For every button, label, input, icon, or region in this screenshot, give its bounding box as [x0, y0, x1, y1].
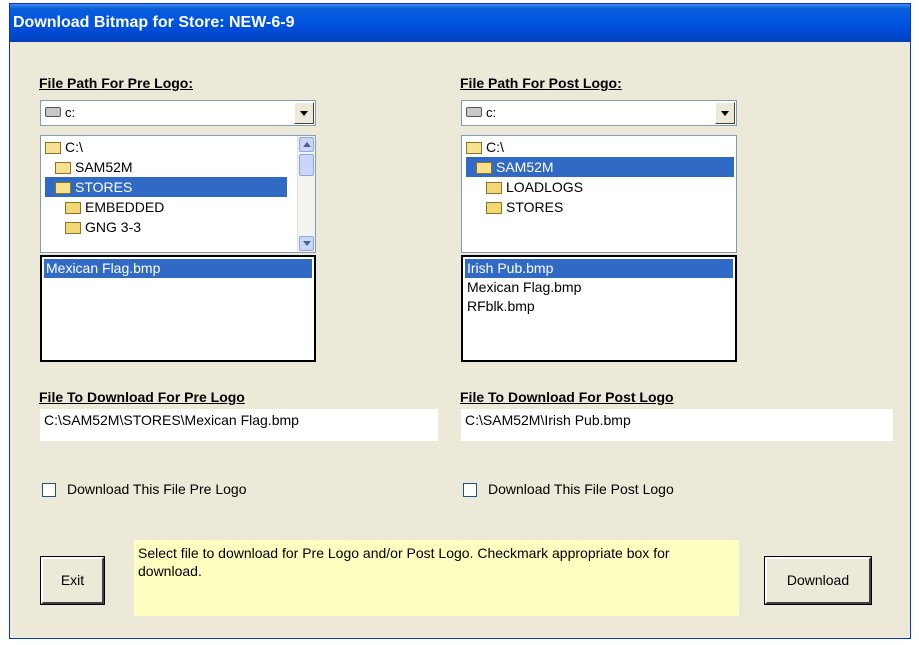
post-logo-drive-value: c: [486, 105, 497, 120]
folder-item[interactable]: GNG 3-3 [65, 217, 143, 237]
open-folder-icon [45, 142, 61, 155]
instruction-message: Select file to download for Pre Logo and… [134, 540, 739, 616]
open-folder-icon [55, 182, 71, 195]
download-button[interactable]: Download [764, 556, 872, 605]
pre-logo-path-heading: File Path For Pre Logo: [39, 75, 194, 91]
folder-icon [65, 222, 81, 235]
pre-logo-folder-list[interactable]: C:\ SAM52M STORES EMBEDDED GNG 3-3 [40, 135, 316, 253]
post-logo-download-path[interactable]: C:\SAM52M\Irish Pub.bmp [461, 409, 893, 441]
post-logo-path-heading: File Path For Post Logo: [460, 75, 622, 91]
pre-logo-drive-value: c: [65, 105, 76, 120]
chevron-down-icon[interactable] [715, 102, 735, 124]
post-logo-checkbox-label: Download This File Post Logo [488, 481, 674, 497]
post-logo-folder-list[interactable]: C:\ SAM52M LOADLOGS STORES [461, 135, 737, 253]
pre-logo-folder-scrollbar[interactable] [297, 136, 315, 252]
exit-button[interactable]: Exit [40, 556, 105, 605]
post-logo-download-checkbox[interactable] [463, 483, 477, 497]
scroll-up-icon[interactable] [299, 137, 314, 152]
file-item[interactable]: RFblk.bmp [465, 297, 733, 316]
file-item-selected[interactable]: Irish Pub.bmp [465, 259, 733, 278]
scroll-thumb[interactable] [299, 154, 314, 176]
download-bitmap-window: Download Bitmap for Store: NEW-6-9 File … [9, 3, 911, 639]
folder-icon [65, 202, 81, 215]
chevron-down-icon[interactable] [294, 102, 314, 124]
folder-item[interactable]: STORES [486, 197, 565, 217]
folder-item-selected[interactable]: STORES [45, 177, 287, 197]
folder-item[interactable]: LOADLOGS [486, 177, 585, 197]
file-item-selected[interactable]: Mexican Flag.bmp [44, 259, 312, 278]
pre-logo-drive-select[interactable]: c: [40, 100, 316, 126]
pre-logo-download-path[interactable]: C:\SAM52M\STORES\Mexican Flag.bmp [40, 409, 438, 441]
pre-logo-file-list[interactable]: Mexican Flag.bmp [40, 255, 316, 362]
folder-item[interactable]: EMBEDDED [65, 197, 166, 217]
post-logo-drive-select[interactable]: c: [461, 100, 737, 126]
open-folder-icon [466, 142, 482, 155]
open-folder-icon [476, 162, 492, 175]
post-logo-file-list[interactable]: Irish Pub.bmp Mexican Flag.bmp RFblk.bmp [461, 255, 737, 362]
title-bar: Download Bitmap for Store: NEW-6-9 [10, 4, 910, 42]
folder-item[interactable]: C:\ [466, 137, 506, 157]
drive-icon [466, 107, 482, 117]
scroll-down-icon[interactable] [299, 236, 314, 251]
folder-item[interactable]: SAM52M [55, 157, 135, 177]
folder-item-selected[interactable]: SAM52M [466, 157, 734, 177]
file-item[interactable]: Mexican Flag.bmp [465, 278, 733, 297]
folder-icon [486, 182, 502, 195]
open-folder-icon [55, 162, 71, 175]
drive-icon [45, 107, 61, 117]
folder-item[interactable]: C:\ [45, 137, 85, 157]
pre-logo-download-checkbox[interactable] [42, 483, 56, 497]
pre-logo-checkbox-label: Download This File Pre Logo [67, 481, 247, 497]
folder-icon [486, 202, 502, 215]
pre-logo-download-heading: File To Download For Pre Logo [39, 389, 245, 405]
post-logo-download-heading: File To Download For Post Logo [460, 389, 674, 405]
